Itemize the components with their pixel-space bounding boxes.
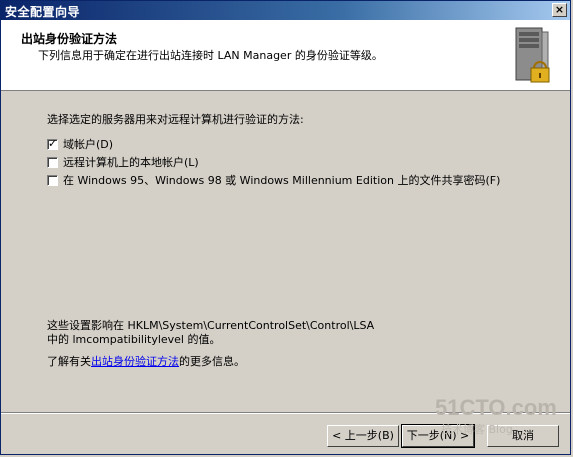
page-title: 出站身份验证方法 [21,32,118,46]
watermark-logo: 51CTO.com [435,395,557,420]
registry-info-line1: 这些设置影响在 HKLM\System\CurrentControlSet\Co… [47,319,375,332]
checkbox-share-password[interactable] [47,174,58,186]
method-prompt: 选择选定的服务器用来对远程计算机进行验证的方法: [47,113,304,126]
close-button[interactable]: × [552,3,567,17]
wizard-window: 安全配置向导 × 出站身份验证方法 下列信息用于确定在进行出站连接时 LAN M… [0,0,571,455]
option-label: 远程计算机上的本地帐户(L) [63,156,199,169]
registry-info: 这些设置影响在 HKLM\System\CurrentControlSet\Co… [47,319,374,347]
window-title: 安全配置向导 [5,5,81,19]
option-share-password[interactable]: 在 Windows 95、Windows 98 或 Windows Millen… [47,172,500,188]
checkbox-domain-account[interactable] [47,137,58,150]
title-bar: 安全配置向导 × [1,1,570,20]
option-domain-account[interactable]: 域帐户(D) [47,136,113,152]
more-info: 了解有关出站身份验证方法的更多信息。 [47,353,245,369]
back-button[interactable]: < 上一步(B) [327,425,399,447]
wizard-header: 出站身份验证方法 下列信息用于确定在进行出站连接时 LAN Manager 的身… [1,20,570,91]
page-subtitle: 下列信息用于确定在进行出站连接时 LAN Manager 的身份验证等级。 [38,49,383,62]
watermark-text: 技术博客 Blog [441,423,513,436]
option-label: 域帐户(D) [63,138,114,151]
server-lock-icon [515,27,550,83]
option-label: 在 Windows 95、Windows 98 或 Windows Millen… [63,174,501,187]
close-icon: × [554,3,565,16]
more-info-suffix: 的更多信息。 [179,355,245,368]
checkbox-local-account[interactable] [47,156,58,168]
registry-info-line2: 中的 lmcompatibilitylevel 的值。 [47,333,221,346]
more-info-link[interactable]: 出站身份验证方法 [91,355,179,368]
more-info-prefix: 了解有关 [47,355,91,368]
option-local-account[interactable]: 远程计算机上的本地帐户(L) [47,154,199,170]
